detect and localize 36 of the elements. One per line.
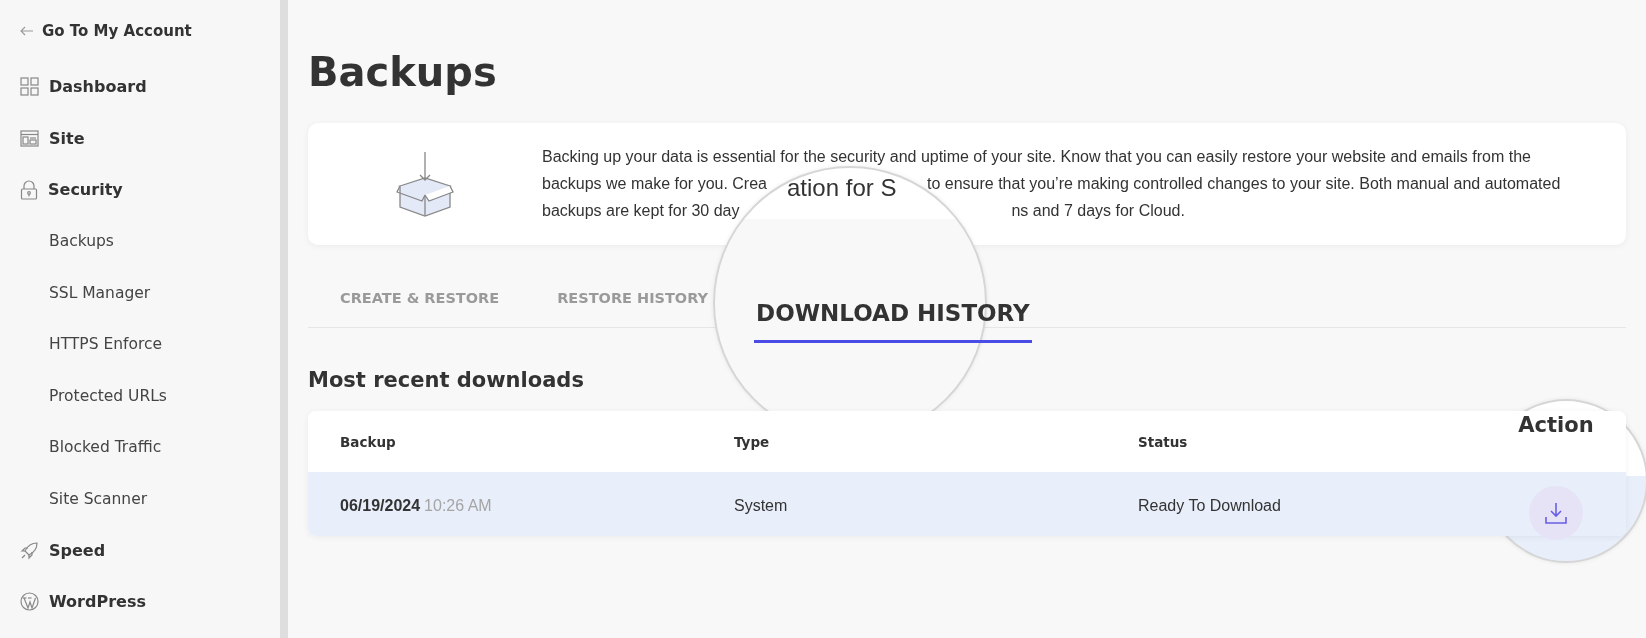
- sidebar-section[interactable]: Dashboard: [20, 61, 280, 113]
- sidebar-item[interactable]: Backups: [20, 215, 280, 267]
- column-header: Backup: [340, 433, 396, 450]
- type-cell-text: System: [734, 497, 789, 515]
- backup-time: 10:26 AM: [424, 497, 492, 515]
- wordpress-logo-icon: [20, 592, 39, 612]
- column-header: Type: [734, 433, 770, 450]
- download-icon: [1544, 501, 1568, 525]
- browser-window-icon: [20, 129, 39, 147]
- sidebar-item[interactable]: Site Scanner: [20, 473, 280, 525]
- sidebar-section[interactable]: WordPress: [20, 576, 280, 628]
- sidebar-section[interactable]: Security: [20, 164, 280, 216]
- sidebar-item[interactable]: Protected URLs: [20, 370, 280, 422]
- grid-icon: [20, 77, 39, 97]
- description-text: Backing up your data is essential for the security and uptime of your site. Know that you can easily restore your website and emails from the: [542, 148, 1531, 166]
- status-cell-text: Ready To Download: [1138, 497, 1282, 515]
- box-with-down-arrow-icon: [396, 151, 454, 217]
- sidebar-item[interactable]: SSL Manager: [20, 267, 280, 319]
- sidebar-item[interactable]: Blocked Traffic: [20, 421, 280, 473]
- padlock-icon: [20, 179, 38, 200]
- magnified-text: ation for S: [787, 174, 897, 202]
- column-header: Status: [1138, 433, 1188, 450]
- sidebar-section[interactable]: Speed: [20, 524, 280, 576]
- sidebar-section[interactable]: Site: [20, 112, 280, 164]
- description-text: ns and 7 days for Cloud.: [1011, 202, 1185, 220]
- page-title: Backups: [308, 48, 498, 97]
- back-arrow-icon: [20, 26, 34, 36]
- description-text: to ensure that you’re making controlled changes to your site. Both manual and automated: [927, 175, 1561, 193]
- column-header: Action: [1518, 413, 1594, 437]
- description-text: backups we make for you. Crea: [542, 175, 767, 193]
- description-text: backups are kept for 30 day: [542, 202, 740, 220]
- sidebar-item[interactable]: HTTPS Enforce: [20, 318, 280, 370]
- rocket-icon: [20, 540, 39, 560]
- go-to-my-account-link[interactable]: Go To My Account: [20, 18, 280, 44]
- backup-date: 06/19/2024: [340, 497, 421, 515]
- section-heading: Most recent downloads: [308, 367, 585, 394]
